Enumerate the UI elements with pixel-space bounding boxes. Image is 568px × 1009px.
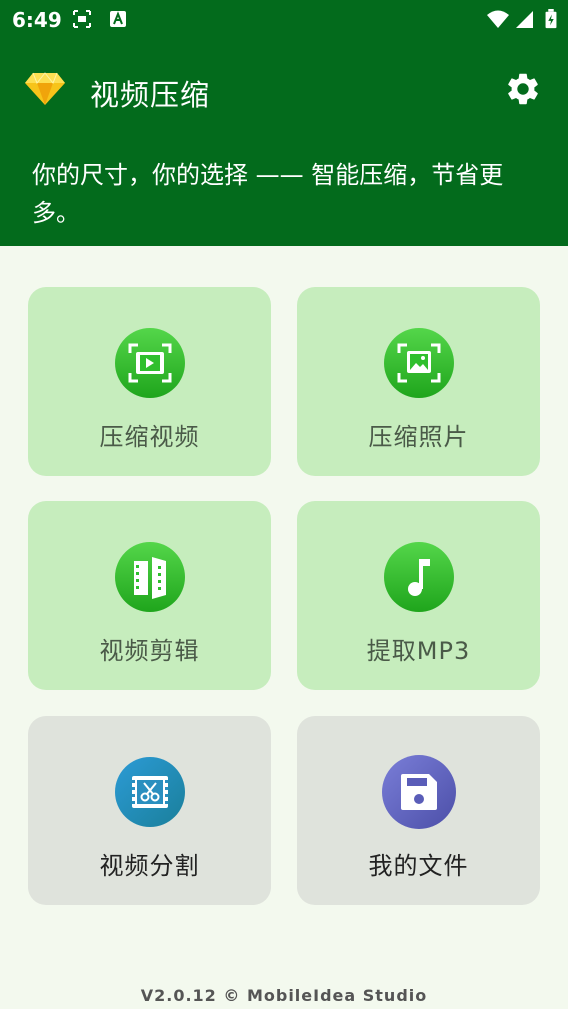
video-split-label: 视频分割 xyxy=(99,852,200,880)
compress-photo-icon xyxy=(384,328,454,398)
header: 6:49 视频压缩 你的尺寸，你的选择 —— 智能压缩，节省更多。 xyxy=(0,0,568,246)
compress-photo-card[interactable]: 压缩照片 xyxy=(297,287,540,476)
video-edit-label: 视频剪辑 xyxy=(99,637,200,665)
status-time: 6:49 xyxy=(12,8,62,32)
wifi-icon xyxy=(487,10,509,28)
compress-photo-label: 压缩照片 xyxy=(368,423,469,451)
video-split-icon xyxy=(115,757,185,827)
compress-video-label: 压缩视频 xyxy=(99,423,200,451)
extract-mp3-label: 提取MP3 xyxy=(366,637,471,665)
banner-slogan: 你的尺寸，你的选择 —— 智能压缩，节省更多。 xyxy=(32,161,504,227)
settings-gear-icon[interactable] xyxy=(504,70,542,108)
app-bar: 视频压缩 xyxy=(0,58,568,122)
compress-video-card[interactable]: 压缩视频 xyxy=(28,287,271,476)
extract-mp3-card[interactable]: 提取MP3 xyxy=(297,501,540,690)
status-bar: 6:49 xyxy=(0,0,568,40)
my-files-label: 我的文件 xyxy=(368,852,469,880)
diamond-icon[interactable] xyxy=(24,71,66,107)
compress-video-icon xyxy=(115,328,185,398)
signal-icon xyxy=(516,11,533,28)
save-icon xyxy=(382,755,456,829)
my-files-card[interactable]: 我的文件 xyxy=(297,716,540,905)
app-title: 视频压缩 xyxy=(90,78,211,112)
screen-record-icon xyxy=(73,10,91,28)
version-footer: V2.0.12 © MobileIdea Studio xyxy=(140,986,428,1005)
music-note-icon xyxy=(384,542,454,612)
text-badge-icon xyxy=(110,11,126,27)
battery-icon xyxy=(545,9,557,29)
video-edit-card[interactable]: 视频剪辑 xyxy=(28,501,271,690)
video-split-card[interactable]: 视频分割 xyxy=(28,716,271,905)
video-edit-icon xyxy=(115,542,185,612)
